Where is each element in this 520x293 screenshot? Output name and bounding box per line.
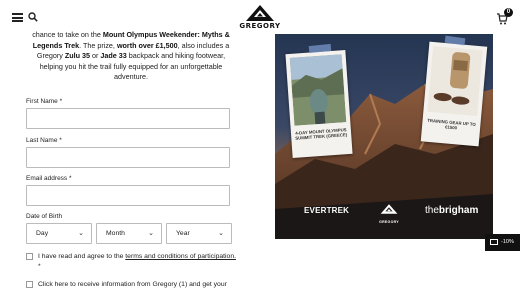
brigham-logo: thebrigham [425, 205, 478, 216]
search-icon[interactable] [28, 12, 38, 22]
terms-required-mark: * [38, 263, 41, 270]
brigham-prefix: the [425, 205, 439, 216]
gregory-panel-logo-text: GREGORY [379, 220, 399, 224]
chevron-down-icon: ⌄ [78, 230, 84, 237]
marketing-checkbox[interactable] [26, 281, 33, 288]
email-field[interactable] [26, 185, 230, 206]
last-name-field[interactable] [26, 147, 230, 168]
menu-icon[interactable] [12, 13, 23, 22]
cart-count-badge: 0 [504, 8, 513, 17]
evertrek-logo: EVERTREK [304, 206, 350, 215]
terms-prefix: I have read and agree to the [38, 253, 126, 260]
terms-checkbox[interactable] [26, 253, 33, 260]
year-select-label: Year [176, 230, 190, 237]
first-name-field[interactable] [26, 108, 230, 129]
discount-badge-text: -10% [501, 239, 514, 245]
gregory-mountain-icon [246, 5, 274, 21]
product-zulu: Zulu 35 [64, 51, 91, 60]
year-select[interactable]: Year ⌄ [166, 223, 232, 244]
prize-value: worth over £1,500 [116, 40, 178, 50]
chevron-down-icon: ⌄ [148, 230, 154, 237]
chevron-down-icon: ⌄ [218, 230, 224, 237]
day-select[interactable]: Day ⌄ [26, 223, 92, 244]
day-select-label: Day [36, 230, 49, 237]
gear-photo [427, 45, 483, 117]
gregory-logo[interactable]: GREGORY [238, 4, 282, 32]
discount-badge[interactable]: -10% [485, 234, 520, 251]
month-select[interactable]: Month ⌄ [96, 223, 162, 244]
logo-text: GREGORY [239, 22, 281, 30]
first-name-label: First Name * [26, 98, 63, 105]
intro-segment: chance to take on the [32, 30, 103, 39]
polaroid-caption-trek: 4-DAY MOUNT OLYMPUS SUMMIT TREK (GREECE) [295, 127, 348, 141]
last-name-label: Last Name * [26, 137, 62, 144]
marketing-text: Click here to receive information from G… [38, 281, 227, 288]
gregory-panel-logo: GREGORY [377, 202, 401, 224]
product-jade: Jade 33 [100, 51, 127, 60]
brigham-name: brigham [438, 205, 479, 216]
intro-segment: . The prize, [79, 40, 117, 50]
terms-text: I have read and agree to the terms and c… [38, 252, 238, 272]
trek-polaroid: 4-DAY MOUNT OLYMPUS SUMMIT TREK (GREECE) [285, 50, 353, 158]
gregory-mountain-icon [380, 204, 398, 214]
promo-image: 4-DAY MOUNT OLYMPUS SUMMIT TREK (GREECE)… [275, 34, 493, 239]
email-label: Email address * [26, 175, 72, 182]
gear-polaroid: TRAINING GEAR UP TO €1500 [420, 41, 488, 147]
cart-button[interactable]: 0 [496, 8, 513, 26]
terms-link[interactable]: terms and conditions of participation. [125, 253, 236, 260]
polaroid-caption-gear: TRAINING GEAR UP TO €1500 [427, 117, 476, 131]
dob-label: Date of Birth [26, 213, 63, 220]
month-select-label: Month [106, 230, 125, 237]
intro-text: chance to take on the Mount Olympus Week… [30, 30, 232, 83]
intro-segment: or [90, 51, 101, 60]
envelope-icon [490, 239, 498, 245]
hiker-photo [289, 54, 347, 126]
